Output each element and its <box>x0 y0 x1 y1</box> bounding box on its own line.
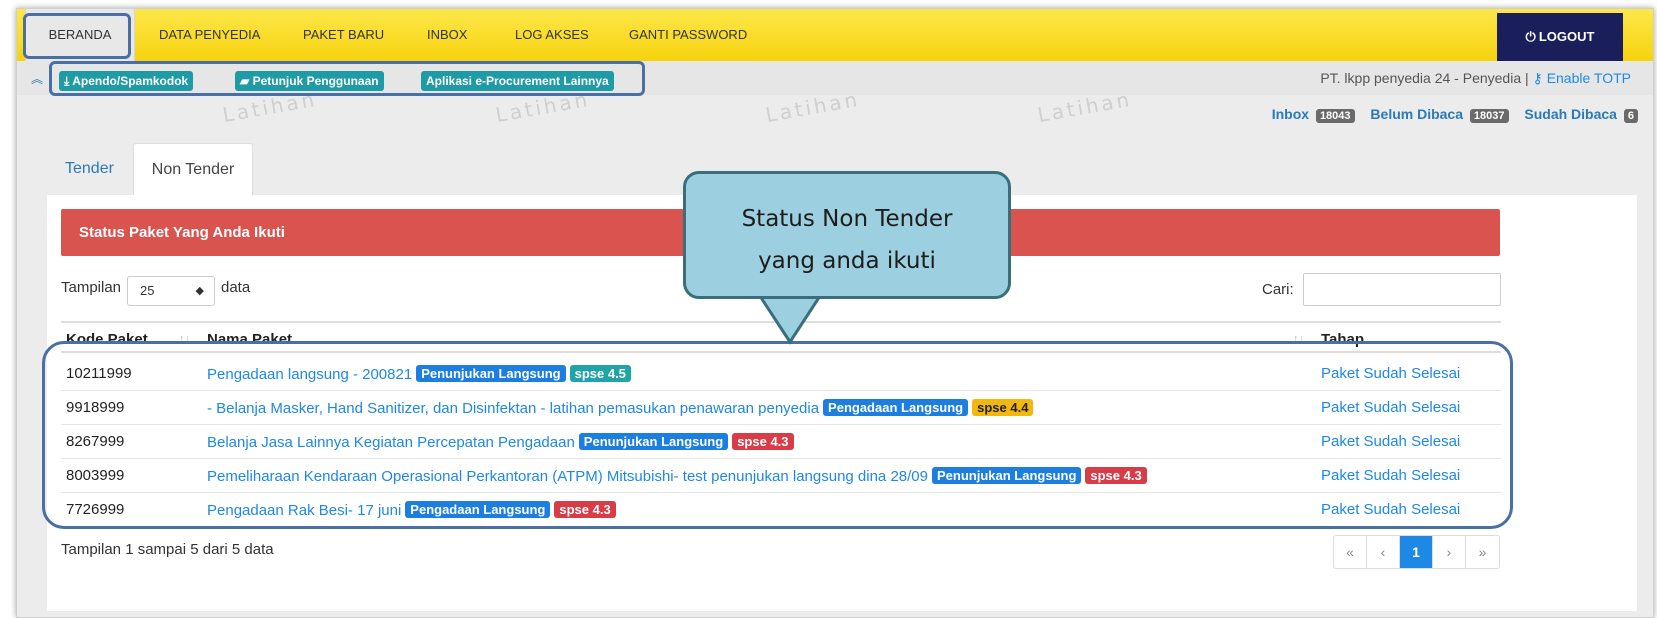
page-length-select[interactable]: 25 ◆ <box>127 276 215 306</box>
nav-paket-baru[interactable]: PAKET BARU <box>303 9 384 61</box>
unread-count-badge: 18037 <box>1469 109 1509 123</box>
length-after-label: data <box>221 279 251 296</box>
length-label: Tampilan <box>61 279 122 296</box>
tab-non-tender[interactable]: Non Tender <box>133 143 253 195</box>
read-link[interactable]: Sudah Dibaca <box>1524 106 1617 122</box>
page-1-button[interactable]: 1 <box>1400 536 1433 568</box>
inbox-counters: Inbox 18043 Belum Dibaca 18037 Sudah Dib… <box>1272 106 1638 123</box>
page-next-button[interactable]: › <box>1433 536 1466 568</box>
user-name: PT. lkpp penyedia 24 - Penyedia | <box>1320 70 1529 86</box>
top-navbar: BERANDA DATA PENYEDIA PAKET BARU INBOX L… <box>17 9 1653 61</box>
callout-line-1: Status Non Tender <box>741 206 953 232</box>
power-icon: ⏻ <box>1525 29 1536 44</box>
callout-bubble: Status Non Tender yang anda ikuti <box>683 171 1011 299</box>
browser-frame: BERANDA DATA PENYEDIA PAKET BARU INBOX L… <box>16 8 1654 618</box>
pagination: « ‹ 1 › » <box>1333 535 1500 569</box>
logout-label: LOGOUT <box>1538 29 1595 44</box>
nav-inbox[interactable]: INBOX <box>427 9 467 61</box>
page-first-button[interactable]: « <box>1334 536 1367 568</box>
logout-button[interactable]: ⏻ LOGOUT <box>1497 13 1623 61</box>
tab-tender[interactable]: Tender <box>65 143 114 195</box>
search-input[interactable] <box>1303 273 1501 306</box>
page-length-value: 25 <box>140 283 155 298</box>
table-info: Tampilan 1 sampai 5 dari 5 data <box>61 541 274 558</box>
highlight-toolbar-buttons <box>49 61 645 96</box>
updown-icon: ◆ <box>195 285 204 297</box>
callout-line-2: yang anda ikuti <box>758 248 936 274</box>
inbox-count-badge: 18043 <box>1315 109 1355 123</box>
inbox-link[interactable]: Inbox <box>1272 106 1309 122</box>
search-label: Cari: <box>1262 281 1294 298</box>
collapse-chevron-icon[interactable]: ︽ <box>31 70 43 87</box>
nav-ganti-password[interactable]: GANTI PASSWORD <box>629 9 747 61</box>
user-info: PT. lkpp penyedia 24 - Penyedia | ⚷ Enab… <box>1320 70 1631 87</box>
key-icon: ⚷ <box>1532 70 1543 86</box>
enable-totp-link[interactable]: Enable TOTP <box>1547 70 1631 86</box>
nav-log-akses[interactable]: LOG AKSES <box>515 9 589 61</box>
read-count-badge: 6 <box>1623 109 1638 123</box>
unread-link[interactable]: Belum Dibaca <box>1370 106 1463 122</box>
page-prev-button[interactable]: ‹ <box>1367 536 1400 568</box>
highlight-table-rows <box>42 341 1513 529</box>
page-last-button[interactable]: » <box>1466 536 1499 568</box>
nav-data-penyedia[interactable]: DATA PENYEDIA <box>159 9 260 61</box>
highlight-beranda <box>23 13 131 59</box>
